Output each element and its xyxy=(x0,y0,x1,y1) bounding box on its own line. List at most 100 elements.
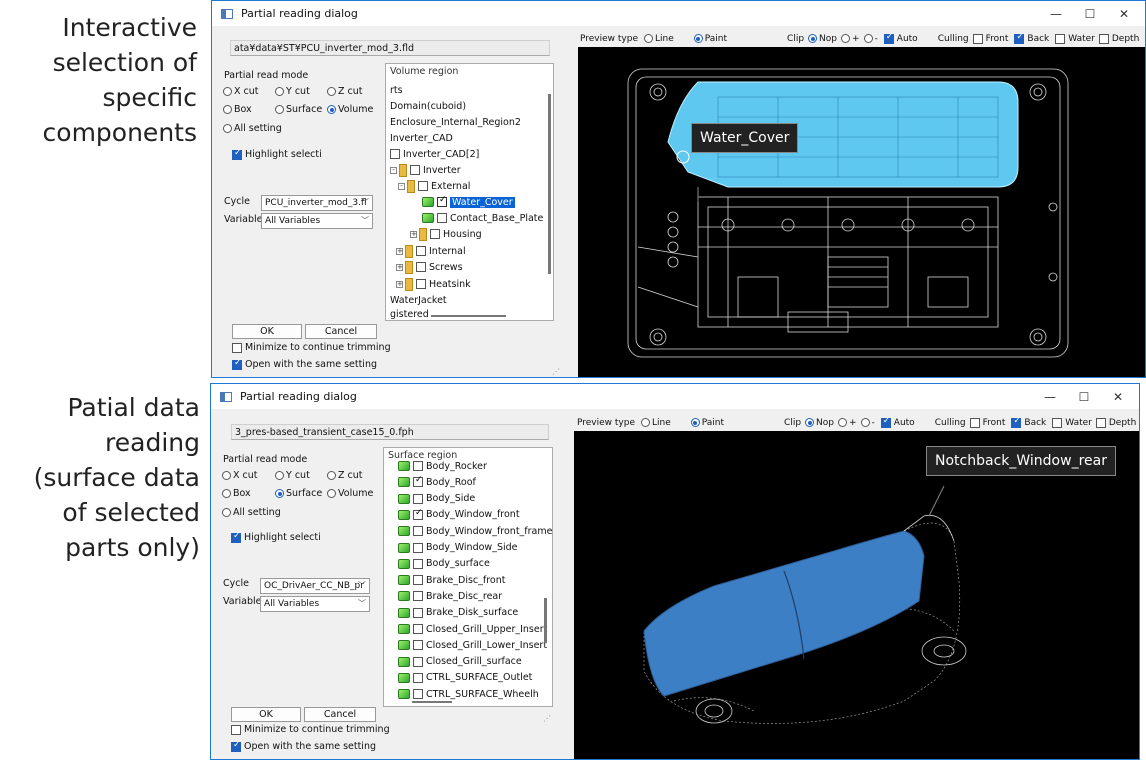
tree-item[interactable]: Closed_Grill_Lower_Insert xyxy=(398,637,547,653)
radio-volume[interactable]: Volume xyxy=(327,488,373,499)
tree-item-water-cover[interactable]: ✓ Water_Cover xyxy=(422,194,515,210)
collapse-icon[interactable]: - xyxy=(390,166,397,174)
tree-checkbox[interactable]: ✓ xyxy=(413,475,423,488)
expand-icon[interactable]: + xyxy=(396,263,403,271)
minimize-checkbox[interactable]: Minimize to continue trimming xyxy=(231,724,390,735)
radio-x-cut[interactable]: X cut xyxy=(222,470,258,481)
preview-viewport[interactable]: Water_Cover xyxy=(578,47,1145,377)
tree-item[interactable]: Inverter_CAD[2] xyxy=(390,146,479,162)
tree-checkbox[interactable] xyxy=(413,575,423,586)
highlight-checkbox[interactable]: Highlight selecti xyxy=(232,148,322,160)
tree-item[interactable]: Domain(cuboid) xyxy=(390,98,466,114)
tree-item[interactable]: Inverter_CAD xyxy=(390,130,453,146)
tree-item[interactable]: Enclosure_Internal_Region2 xyxy=(390,114,521,130)
radio-surface[interactable]: Surface xyxy=(275,488,322,499)
tree-item[interactable]: + Heatsink xyxy=(396,276,471,292)
radio-box[interactable]: Box xyxy=(222,488,251,499)
tree-item[interactable]: + Housing xyxy=(410,226,482,242)
tree-checkbox[interactable] xyxy=(390,149,400,159)
radio-x-cut[interactable]: X cut xyxy=(223,86,259,97)
variable-select[interactable]: All Variables ﹀ xyxy=(260,596,370,612)
tree-item[interactable]: Body_Window_front_frame xyxy=(398,523,552,539)
resize-grip[interactable]: ⋰ xyxy=(543,714,551,723)
tree-checkbox[interactable] xyxy=(413,461,423,471)
tree-item[interactable]: - External xyxy=(398,178,470,194)
tree-item[interactable]: Contact_Base_Plate xyxy=(422,210,543,226)
paint-radio[interactable] xyxy=(693,34,703,43)
tree-hscrollbar[interactable] xyxy=(431,315,506,317)
front-checkbox[interactable] xyxy=(969,417,980,428)
radio-y-cut[interactable]: Y cut xyxy=(275,470,310,481)
cancel-button[interactable]: Cancel xyxy=(304,707,376,722)
expand-icon[interactable]: + xyxy=(410,230,417,238)
tree-item[interactable]: ✓ Body_Window_front xyxy=(398,507,520,523)
tree-checkbox[interactable] xyxy=(413,607,423,618)
file-path-field[interactable]: 3_pres-based_transient_case15_0.fph xyxy=(231,424,549,440)
tree-item[interactable]: ✓ Body_Roof xyxy=(398,474,476,490)
tree-checkbox[interactable] xyxy=(413,591,423,602)
same-setting-checkbox[interactable]: Open with the same setting xyxy=(231,740,376,752)
minus-radio[interactable] xyxy=(863,34,873,43)
title-bar[interactable]: Partial reading dialog — ☐ ✕ xyxy=(211,384,1139,409)
minimize-checkbox[interactable]: Minimize to continue trimming xyxy=(232,342,391,353)
tree-item[interactable]: Closed_Grill_surface xyxy=(398,654,522,670)
radio-z-cut[interactable]: Z cut xyxy=(327,470,363,481)
nop-radio[interactable] xyxy=(805,418,815,427)
close-icon[interactable]: ✕ xyxy=(1107,1,1141,26)
water-checkbox[interactable] xyxy=(1052,417,1063,428)
tree-item[interactable]: Body_Rocker xyxy=(398,458,487,474)
tree-item[interactable]: Closed_Grill_Upper_Insert xyxy=(398,621,547,637)
tree-checkbox[interactable] xyxy=(413,640,423,651)
tree-item[interactable]: WaterJacket xyxy=(390,292,447,308)
tree-checkbox[interactable] xyxy=(413,656,423,667)
radio-y-cut[interactable]: Y cut xyxy=(275,86,310,97)
expand-icon[interactable]: + xyxy=(396,280,403,288)
tree-item[interactable]: CTRL_SURFACE_Wheelh xyxy=(398,686,539,702)
tree-checkbox[interactable] xyxy=(413,624,423,634)
plus-radio[interactable] xyxy=(841,34,850,43)
minimize-icon[interactable]: — xyxy=(1039,1,1073,26)
tree-item[interactable]: - Inverter xyxy=(390,162,461,178)
resize-grip[interactable]: ⋰ xyxy=(552,367,560,376)
minus-radio[interactable] xyxy=(860,418,870,427)
auto-checkbox[interactable] xyxy=(880,416,891,428)
nop-radio[interactable] xyxy=(808,34,818,43)
region-tree[interactable]: Surface region Body_Rocker ✓ Body_Roof Body… xyxy=(383,447,553,707)
tree-checkbox[interactable] xyxy=(413,689,423,700)
auto-checkbox[interactable] xyxy=(883,32,894,44)
title-bar[interactable]: Partial reading dialog — ☐ ✕ xyxy=(212,1,1145,26)
line-radio[interactable] xyxy=(644,34,653,43)
tree-hscrollbar[interactable] xyxy=(412,701,452,703)
back-checkbox[interactable] xyxy=(1014,32,1025,44)
tree-checkbox[interactable]: ✓ xyxy=(413,508,423,520)
front-checkbox[interactable] xyxy=(972,33,983,44)
tree-item[interactable]: Brake_Disk_surface xyxy=(398,605,518,621)
radio-z-cut[interactable]: Z cut xyxy=(327,86,363,97)
back-checkbox[interactable] xyxy=(1011,416,1022,428)
tree-checkbox[interactable] xyxy=(413,558,423,569)
highlight-checkbox[interactable]: Highlight selecti xyxy=(231,531,321,543)
tree-item[interactable]: + Screws xyxy=(396,259,463,275)
file-path-field[interactable]: ata¥data¥ST¥PCU_inverter_mod_3.fld xyxy=(230,40,550,56)
ok-button[interactable]: OK xyxy=(231,707,301,722)
tree-item[interactable]: CTRL_SURFACE_Outlet xyxy=(398,670,532,686)
minimize-icon[interactable]: — xyxy=(1033,384,1067,409)
line-radio[interactable] xyxy=(641,418,650,427)
tree-checkbox[interactable] xyxy=(413,542,423,553)
close-icon[interactable]: ✕ xyxy=(1101,384,1135,409)
tree-checkbox[interactable] xyxy=(413,672,423,683)
ok-button[interactable]: OK xyxy=(232,324,302,339)
tree-item[interactable]: + Internal xyxy=(396,243,466,259)
tree-scrollbar[interactable] xyxy=(548,94,551,274)
cancel-button[interactable]: Cancel xyxy=(305,324,377,339)
water-checkbox[interactable] xyxy=(1055,33,1066,44)
tree-checkbox[interactable] xyxy=(413,526,423,537)
collapse-icon[interactable]: - xyxy=(398,182,405,190)
plus-radio[interactable] xyxy=(838,418,847,427)
tree-scrollbar[interactable] xyxy=(544,598,547,643)
radio-all-setting[interactable]: All setting xyxy=(223,123,282,134)
tree-checkbox[interactable] xyxy=(413,493,423,504)
tree-item[interactable]: Body_Side xyxy=(398,491,475,507)
same-setting-checkbox[interactable]: Open with the same setting xyxy=(232,358,377,370)
radio-all-setting[interactable]: All setting xyxy=(222,507,281,518)
